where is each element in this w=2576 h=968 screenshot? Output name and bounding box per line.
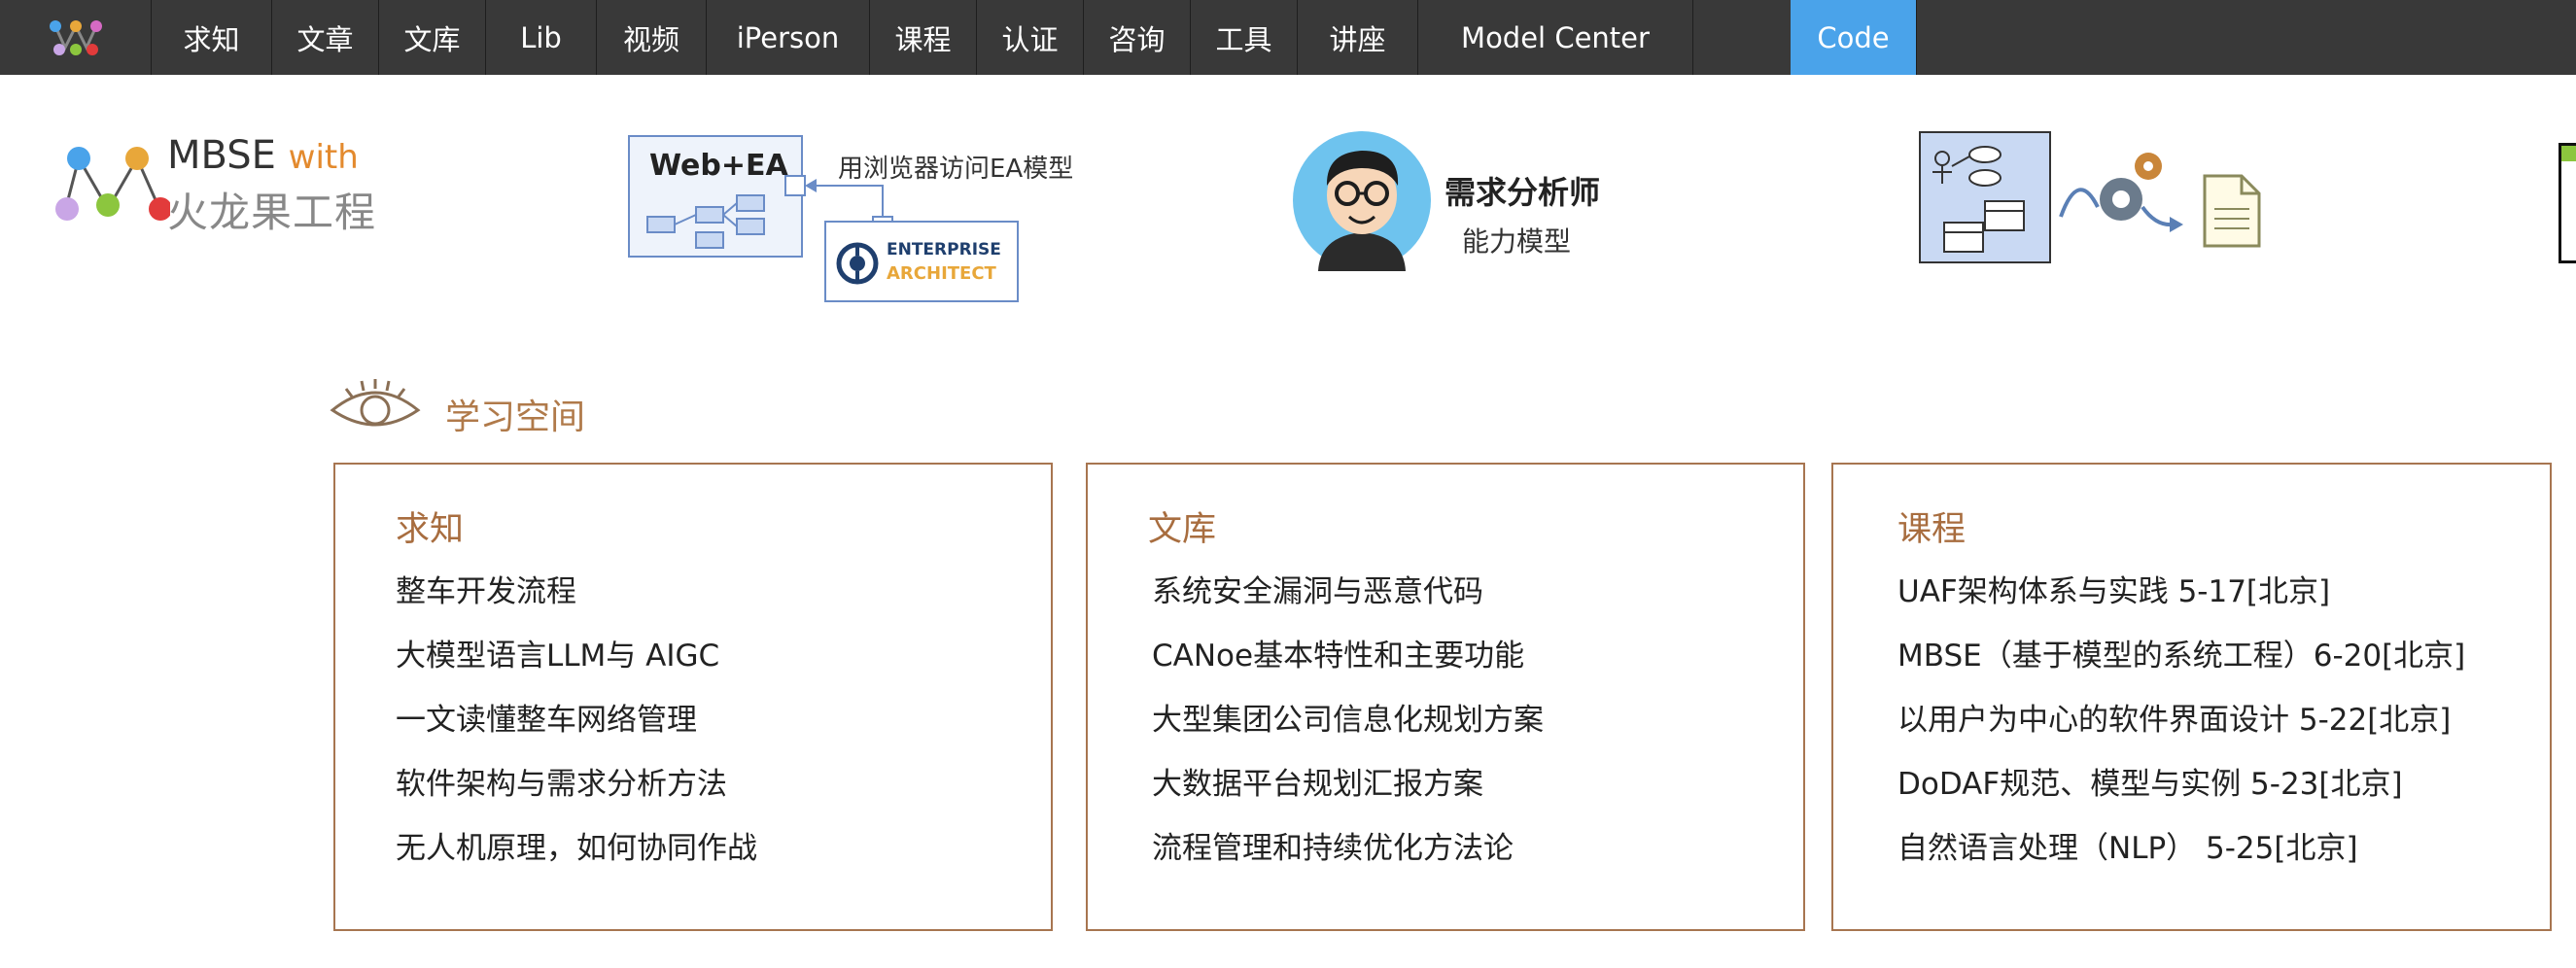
enterprise-architect-logo[interactable]: ENTERPRISE ARCHITECT [824,221,1019,302]
nav-item-tools[interactable]: 工具 [1191,0,1298,75]
list-item[interactable]: 自然语言处理（NLP） 5-25[北京] [1897,826,2465,890]
list-item[interactable]: 一文读懂整车网络管理 [396,698,757,762]
architect-label: ARCHITECT [887,263,996,284]
analyst-title: 需求分析师 [1445,174,1601,211]
list-item[interactable]: 以用户为中心的软件界面设计 5-22[北京] [1897,698,2465,762]
mbse-title: MBSE with [167,133,359,178]
nav-logo-icon[interactable] [0,0,152,75]
uml-model-icon[interactable] [1919,131,2051,263]
top-nav: 求知 文章 文库 Lib 视频 iPerson 课程 认证 咨询 工具 讲座 M… [0,0,2576,75]
list-item[interactable]: UAF架构体系与实践 5-17[北京] [1897,570,2465,634]
list-item[interactable]: 大数据平台规划汇报方案 [1152,762,1544,826]
web-ea-label: Web+EA [649,149,788,183]
list-item[interactable]: 软件架构与需求分析方法 [396,762,757,826]
ea-caption: 用浏览器访问EA模型 [838,155,1074,184]
list-item[interactable]: DoDAF规范、模型与实例 5-23[北京] [1897,762,2465,826]
banner-edge-strip [2561,146,2576,161]
list-item[interactable]: CANoe基本特性和主要功能 [1152,634,1544,698]
nav-spacer [1693,0,1791,75]
mbse-subtitle: 火龙果工程 [167,189,377,236]
card-title[interactable]: 文库 [1148,501,1216,551]
nav-item-model-center[interactable]: Model Center [1418,0,1693,75]
nav-item-articles[interactable]: 文章 [272,0,379,75]
nav-item-iperson[interactable]: iPerson [707,0,870,75]
ea-logo-icon [836,242,879,285]
nav-item-lib[interactable]: Lib [486,0,597,75]
list-item[interactable]: 大型集团公司信息化规划方案 [1152,698,1544,762]
card-list: 整车开发流程 大模型语言LLM与 AIGC 一文读懂整车网络管理 软件架构与需求… [396,570,757,890]
list-item[interactable]: 无人机原理，如何协同作战 [396,826,757,890]
analyst-subtitle: 能力模型 [1462,225,1572,258]
nav-item-consulting[interactable]: 咨询 [1084,0,1191,75]
mbse-logo-icon[interactable] [53,135,172,223]
nav-item-qiuzhi[interactable]: 求知 [152,0,272,75]
list-item[interactable]: MBSE（基于模型的系统工程）6-20[北京] [1897,634,2465,698]
banner: MBSE with 火龙果工程 Web+EA 用浏览器访问EA模型 ENTERP… [0,75,2576,308]
list-item[interactable]: 流程管理和持续优化方法论 [1152,826,1544,890]
card-title[interactable]: 课程 [1897,501,1966,551]
mbse-label: MBSE [167,133,276,178]
learning-space-title: 学习空间 [445,398,586,437]
nav-item-lectures[interactable]: 讲座 [1298,0,1418,75]
list-item[interactable]: 整车开发流程 [396,570,757,634]
card-list: 系统安全漏洞与恶意代码 CANoe基本特性和主要功能 大型集团公司信息化规划方案… [1152,570,1544,890]
card-qiuzhi: 求知 整车开发流程 大模型语言LLM与 AIGC 一文读懂整车网络管理 软件架构… [333,463,1053,931]
nav-item-video[interactable]: 视频 [597,0,707,75]
nav-item-courses[interactable]: 课程 [870,0,977,75]
card-title[interactable]: 求知 [396,501,464,551]
card-list: UAF架构体系与实践 5-17[北京] MBSE（基于模型的系统工程）6-20[… [1897,570,2465,890]
gear-icon [2059,153,2183,232]
card-library: 文库 系统安全漏洞与恶意代码 CANoe基本特性和主要功能 大型集团公司信息化规… [1086,463,1805,931]
list-item[interactable]: 大模型语言LLM与 AIGC [396,634,757,698]
nav-item-code[interactable]: Code [1791,0,1917,75]
banner-edge-item[interactable] [2559,143,2576,263]
analyst-avatar[interactable] [1291,129,1433,271]
mbse-with-label: with [288,138,359,177]
document-icon [2203,174,2261,248]
eye-icon [330,379,421,427]
card-courses: 课程 UAF架构体系与实践 5-17[北京] MBSE（基于模型的系统工程）6-… [1831,463,2552,931]
list-item[interactable]: 系统安全漏洞与恶意代码 [1152,570,1544,634]
web-ea-diagram[interactable]: Web+EA [628,135,803,258]
enterprise-label: ENTERPRISE [887,240,1001,259]
nav-item-certification[interactable]: 认证 [977,0,1084,75]
nav-item-library[interactable]: 文库 [379,0,486,75]
